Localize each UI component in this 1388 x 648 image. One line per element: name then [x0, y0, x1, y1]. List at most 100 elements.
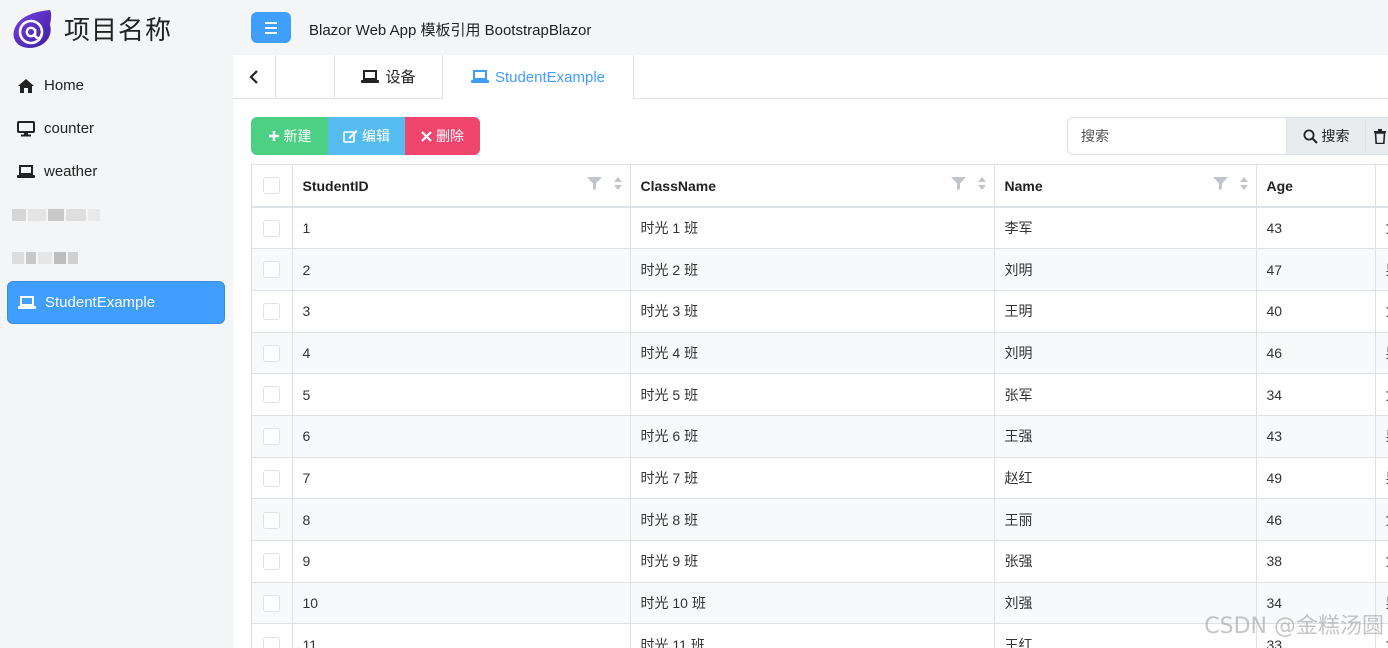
- row-select-cell: [252, 457, 293, 500]
- table-cell: 刘明: [994, 248, 1257, 291]
- row-checkbox[interactable]: [263, 553, 281, 571]
- table-cell: 时光 2 班: [630, 248, 995, 291]
- tab-label: StudentExample: [494, 68, 606, 86]
- table-row[interactable]: 8时光 8 班王丽46女: [252, 498, 1388, 541]
- student-table: StudentID ClassName Name Age 1 时光 1 班 李军…: [251, 164, 1388, 648]
- table-cell: 男: [1375, 415, 1388, 458]
- row-checkbox[interactable]: [263, 469, 281, 487]
- row-select-cell: [252, 540, 293, 583]
- column-header-label: StudentID: [302, 177, 369, 194]
- sort-icon[interactable]: [1239, 177, 1248, 190]
- new-button[interactable]: 新建: [251, 117, 328, 155]
- laptop-icon: [17, 293, 37, 313]
- table-cell: 时光 4 班: [630, 332, 995, 375]
- table-cell: 5: [292, 373, 631, 416]
- row-select-cell: [252, 623, 293, 648]
- table-cell: 时光 7 班: [630, 457, 995, 500]
- table-cell: 34: [1256, 373, 1376, 416]
- sidebar-item-counter[interactable]: counter: [7, 107, 225, 150]
- row-checkbox[interactable]: [263, 344, 281, 362]
- tab-device[interactable]: 设备: [335, 55, 443, 98]
- column-header-label: ClassName: [640, 177, 717, 194]
- table-row[interactable]: 4时光 4 班刘明46男: [252, 332, 1388, 375]
- table-cell: 女: [1375, 540, 1388, 583]
- column-header-age[interactable]: Age: [1256, 165, 1376, 208]
- row-select-cell: [252, 373, 293, 416]
- column-header-label: Name: [1004, 177, 1043, 194]
- row-checkbox[interactable]: [263, 428, 281, 446]
- brand-title: 项目名称: [64, 15, 173, 46]
- row-checkbox[interactable]: [263, 386, 281, 404]
- row-checkbox[interactable]: [263, 636, 281, 648]
- redacted-menu-item[interactable]: [7, 193, 225, 236]
- select-all-checkbox[interactable]: [263, 177, 281, 195]
- tab-label: 设备: [385, 69, 416, 86]
- search-input[interactable]: [1067, 117, 1286, 155]
- table-row[interactable]: 2时光 2 班刘明47男: [252, 248, 1388, 291]
- delete-button-label: 删除: [436, 128, 464, 144]
- table-cell: 刘明: [994, 332, 1257, 375]
- header-title: Blazor Web App 模板引用 BootstrapBlazor: [309, 22, 592, 39]
- tab-bar: 设备 StudentExample: [233, 55, 1388, 99]
- laptop-icon: [16, 162, 36, 182]
- clear-search-button[interactable]: [1366, 117, 1388, 155]
- new-button-label: 新建: [283, 128, 312, 144]
- row-checkbox[interactable]: [263, 261, 281, 279]
- delete-button[interactable]: 删除: [405, 117, 480, 155]
- search-group: 搜索: [1067, 117, 1388, 155]
- table-body: 1时光 1 班李军43女2时光 2 班刘明47男3时光 3 班王明40女4时光 …: [252, 207, 1388, 648]
- filter-icon[interactable]: [1212, 177, 1228, 190]
- table-cell: 9: [292, 540, 631, 583]
- row-select-cell: [252, 290, 293, 333]
- row-select-cell: [252, 207, 293, 250]
- filter-icon[interactable]: [586, 177, 602, 190]
- table-cell: 女: [1375, 498, 1388, 541]
- tab-empty: [276, 55, 335, 98]
- sort-icon[interactable]: [977, 177, 986, 190]
- search-button[interactable]: 搜索: [1286, 117, 1366, 155]
- table-cell: 38: [1256, 540, 1376, 583]
- brand[interactable]: 项目名称: [10, 6, 172, 50]
- row-checkbox[interactable]: [263, 303, 281, 321]
- column-header-truncated[interactable]: [1375, 165, 1388, 208]
- row-select-cell: [252, 498, 293, 541]
- table-cell: 6: [292, 415, 631, 458]
- row-checkbox[interactable]: [263, 219, 281, 237]
- sidebar-item-studentexample[interactable]: StudentExample: [7, 281, 225, 324]
- tab-studentexample[interactable]: StudentExample: [443, 55, 634, 99]
- column-header-label: Age: [1266, 177, 1293, 194]
- sidebar-item-label: weather: [44, 163, 98, 180]
- table-cell: 王强: [994, 415, 1257, 458]
- table-cell: 3: [292, 290, 631, 333]
- sort-icon[interactable]: [613, 177, 622, 190]
- sidebar-item-label: Home: [44, 77, 85, 94]
- table-cell: 张军: [994, 373, 1257, 416]
- tab-scroll-left-button[interactable]: [233, 55, 276, 98]
- table-row[interactable]: 7时光 7 班赵红49男: [252, 457, 1388, 500]
- table-row[interactable]: 1时光 1 班李军43女: [252, 207, 1388, 250]
- toolbar-button-group: 新建 编辑 删除: [251, 117, 480, 155]
- table-cell: 男: [1375, 332, 1388, 375]
- select-all-cell: [252, 165, 293, 208]
- edit-button[interactable]: 编辑: [328, 117, 405, 155]
- row-checkbox[interactable]: [263, 511, 281, 529]
- table-row[interactable]: 3时光 3 班王明40女: [252, 290, 1388, 333]
- filter-icon[interactable]: [950, 177, 966, 190]
- column-header-classname[interactable]: ClassName: [630, 165, 995, 208]
- table-row[interactable]: 6时光 6 班王强43男: [252, 415, 1388, 458]
- table-row[interactable]: 5时光 5 班张军34女: [252, 373, 1388, 416]
- table-cell: 1: [292, 207, 631, 250]
- sidebar-item-weather[interactable]: weather: [7, 150, 225, 193]
- column-header-name[interactable]: Name: [994, 165, 1257, 208]
- column-header-studentid[interactable]: StudentID: [292, 165, 631, 208]
- monitor-icon: [16, 119, 36, 139]
- table-cell: 时光 1 班: [630, 207, 995, 250]
- table-cell: 时光 3 班: [630, 290, 995, 333]
- row-checkbox[interactable]: [263, 594, 281, 612]
- menu-toggle-button[interactable]: [251, 12, 291, 43]
- redacted-menu-item[interactable]: [7, 236, 225, 279]
- table-cell: 43: [1256, 207, 1376, 250]
- sidebar-item-label: counter: [44, 120, 95, 137]
- sidebar-item-home[interactable]: Home: [7, 64, 225, 107]
- table-row[interactable]: 9时光 9 班张强38女: [252, 540, 1388, 583]
